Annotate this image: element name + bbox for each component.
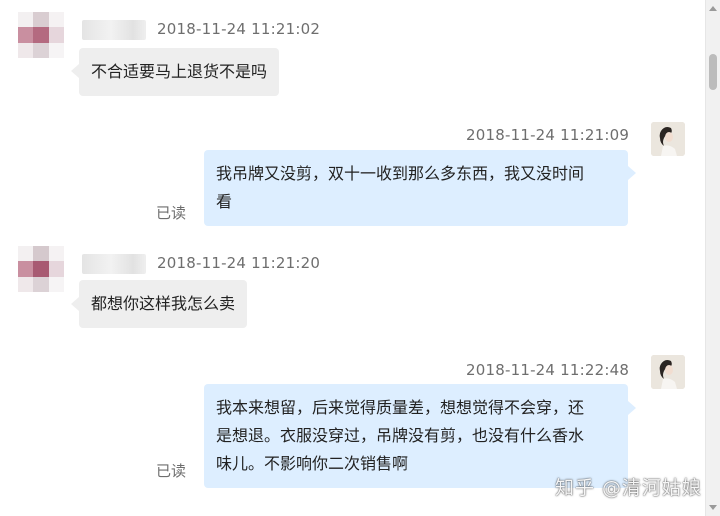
- contact-name-redacted: [82, 254, 146, 274]
- contact-avatar-icon[interactable]: [18, 246, 64, 292]
- bubble-tail: [71, 297, 79, 311]
- user-avatar-icon: [651, 355, 685, 389]
- read-receipt: 已读: [156, 462, 187, 480]
- scroll-up-arrow-icon[interactable]: [709, 6, 717, 11]
- message-line: 我本来想留，后来觉得质量差，想想觉得不会穿，还: [216, 398, 585, 417]
- message-timestamp: 2018-11-24 11:22:48: [466, 361, 630, 379]
- bubble-tail: [628, 401, 636, 415]
- bubble-tail: [71, 64, 79, 78]
- outgoing-message-bubble[interactable]: 我吊牌又没剪，双十一收到那么多东西，我又没时间 看: [204, 150, 628, 226]
- message-timestamp: 2018-11-24 11:21:02: [157, 20, 321, 38]
- message-line: 我吊牌又没剪，双十一收到那么多东西，我又没时间: [216, 164, 585, 183]
- own-avatar-icon[interactable]: [651, 355, 685, 389]
- user-avatar-icon: [651, 122, 685, 156]
- incoming-message-bubble[interactable]: 不合适要马上退货不是吗: [79, 48, 280, 96]
- own-avatar-icon[interactable]: [651, 122, 685, 156]
- contact-avatar-icon[interactable]: [18, 12, 64, 58]
- read-receipt: 已读: [156, 204, 187, 222]
- scroll-thumb[interactable]: [709, 54, 717, 90]
- contact-name-redacted: [82, 20, 146, 40]
- message-line: 是想退。衣服没穿过，吊牌没有剪，也没有什么香水: [216, 426, 585, 445]
- message-timestamp: 2018-11-24 11:21:09: [466, 126, 630, 144]
- bubble-tail: [628, 166, 636, 180]
- message-line: 看: [216, 192, 233, 211]
- message-timestamp: 2018-11-24 11:21:20: [157, 254, 321, 272]
- watermark: 知乎 @清河姑娘: [554, 477, 702, 499]
- chat-history: 2018-11-24 11:21:02 不合适要马上退货不是吗 2018-11-…: [0, 0, 706, 516]
- vertical-scrollbar[interactable]: [705, 0, 720, 516]
- incoming-message-bubble[interactable]: 都想你这样我怎么卖: [79, 280, 248, 328]
- scroll-down-arrow-icon[interactable]: [709, 505, 717, 510]
